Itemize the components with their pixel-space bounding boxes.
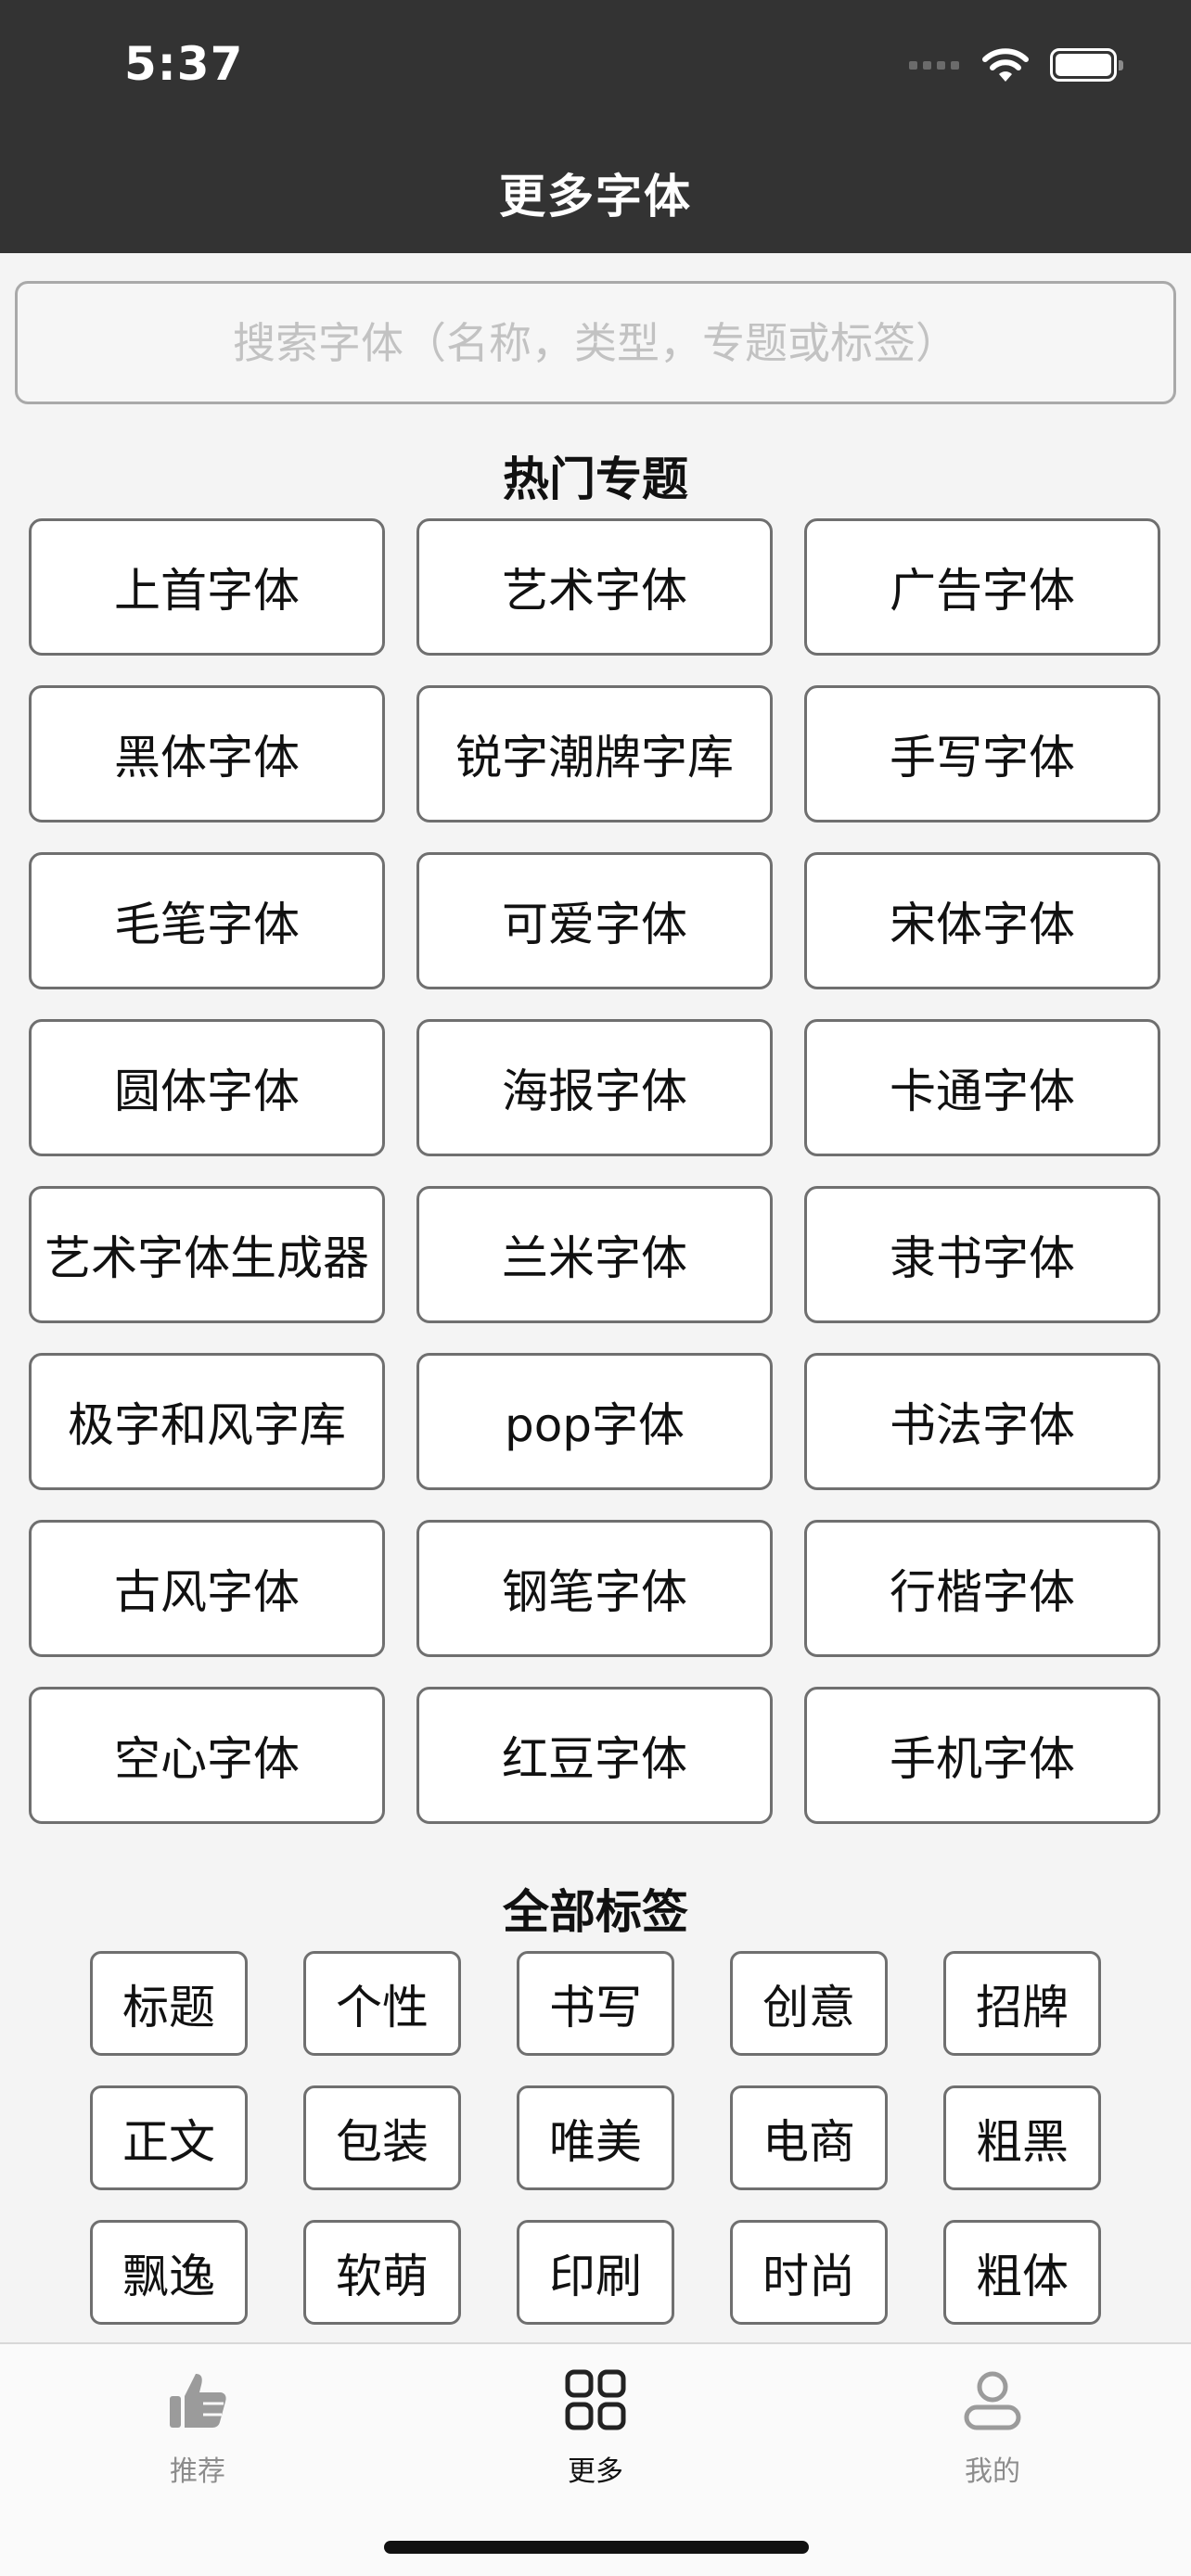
topic-button[interactable]: 锐字潮牌字库: [416, 685, 773, 823]
status-icons: [909, 46, 1123, 83]
all-tags-title: 全部标签: [503, 1885, 688, 1939]
tag-button[interactable]: 唯美: [517, 2085, 674, 2190]
topic-button[interactable]: 书法字体: [804, 1353, 1160, 1490]
tag-button[interactable]: 电商: [730, 2085, 888, 2190]
tag-button[interactable]: 书写: [517, 1951, 674, 2056]
tag-button[interactable]: 创意: [730, 1951, 888, 2056]
tag-button[interactable]: 粗黑: [943, 2085, 1101, 2190]
topic-button[interactable]: 广告字体: [804, 518, 1160, 656]
topic-button[interactable]: 圆体字体: [29, 1019, 385, 1156]
topic-button[interactable]: 艺术字体生成器: [29, 1186, 385, 1323]
tag-button[interactable]: 时尚: [730, 2220, 888, 2325]
topic-button[interactable]: 极字和风字库: [29, 1353, 385, 1490]
tag-button[interactable]: 标题: [90, 1951, 248, 2056]
topic-button[interactable]: 行楷字体: [804, 1520, 1160, 1657]
tag-button[interactable]: 软萌: [303, 2220, 461, 2325]
tag-button[interactable]: 个性: [303, 1951, 461, 2056]
tab-more[interactable]: 更多: [503, 2363, 688, 2489]
tag-button[interactable]: 正文: [90, 2085, 248, 2190]
home-indicator: [384, 2541, 809, 2554]
topic-button[interactable]: 兰米字体: [416, 1186, 773, 1323]
page-title: 更多字体: [499, 170, 692, 223]
topic-button[interactable]: 海报字体: [416, 1019, 773, 1156]
tab-label: 我的: [965, 2455, 1020, 2488]
grid-icon: [558, 2363, 633, 2437]
search-box[interactable]: [15, 281, 1176, 404]
tab-mine[interactable]: 我的: [900, 2363, 1085, 2489]
hot-topics-grid: 上首字体 艺术字体 广告字体 黑体字体 锐字潮牌字库 手写字体 毛笔字体 可爱字…: [29, 518, 1160, 1824]
thumbs-up-icon: [160, 2363, 235, 2437]
topic-button[interactable]: 钢笔字体: [416, 1520, 773, 1657]
topic-button[interactable]: 上首字体: [29, 518, 385, 656]
topic-button[interactable]: 红豆字体: [416, 1687, 773, 1824]
screen: 5:37 更多字体 热门专题 上首字体 艺术字体 广告字体 黑体字体 锐字潮牌字…: [0, 0, 1191, 2576]
topic-button[interactable]: 手机字体: [804, 1687, 1160, 1824]
topic-button[interactable]: pop字体: [416, 1353, 773, 1490]
topic-button[interactable]: 可爱字体: [416, 852, 773, 989]
status-time: 5:37: [124, 37, 244, 91]
battery-icon: [1050, 48, 1123, 82]
tag-button[interactable]: 招牌: [943, 1951, 1101, 2056]
topic-button[interactable]: 卡通字体: [804, 1019, 1160, 1156]
tag-button[interactable]: 包装: [303, 2085, 461, 2190]
tab-label: 推荐: [170, 2455, 225, 2488]
topic-button[interactable]: 艺术字体: [416, 518, 773, 656]
search-input[interactable]: [18, 284, 1173, 402]
hot-topics-title: 热门专题: [503, 453, 688, 506]
topic-button[interactable]: 隶书字体: [804, 1186, 1160, 1323]
topic-button[interactable]: 毛笔字体: [29, 852, 385, 989]
cellular-signal-icon: [909, 60, 959, 70]
topic-button[interactable]: 黑体字体: [29, 685, 385, 823]
topic-button[interactable]: 空心字体: [29, 1687, 385, 1824]
user-icon: [955, 2363, 1030, 2437]
topic-button[interactable]: 宋体字体: [804, 852, 1160, 989]
wifi-icon: [982, 48, 1029, 82]
tag-button[interactable]: 粗体: [943, 2220, 1101, 2325]
tab-recommend[interactable]: 推荐: [105, 2363, 290, 2489]
tab-label: 更多: [568, 2455, 623, 2488]
topic-button[interactable]: 古风字体: [29, 1520, 385, 1657]
tag-button[interactable]: 飘逸: [90, 2220, 248, 2325]
header: 5:37 更多字体: [0, 0, 1191, 253]
tag-button[interactable]: 印刷: [517, 2220, 674, 2325]
all-tags-grid: 标题 个性 书写 创意 招牌 正文 包装 唯美 电商 粗黑 飘逸 软萌 印刷 时…: [90, 1951, 1101, 2325]
topic-button[interactable]: 手写字体: [804, 685, 1160, 823]
